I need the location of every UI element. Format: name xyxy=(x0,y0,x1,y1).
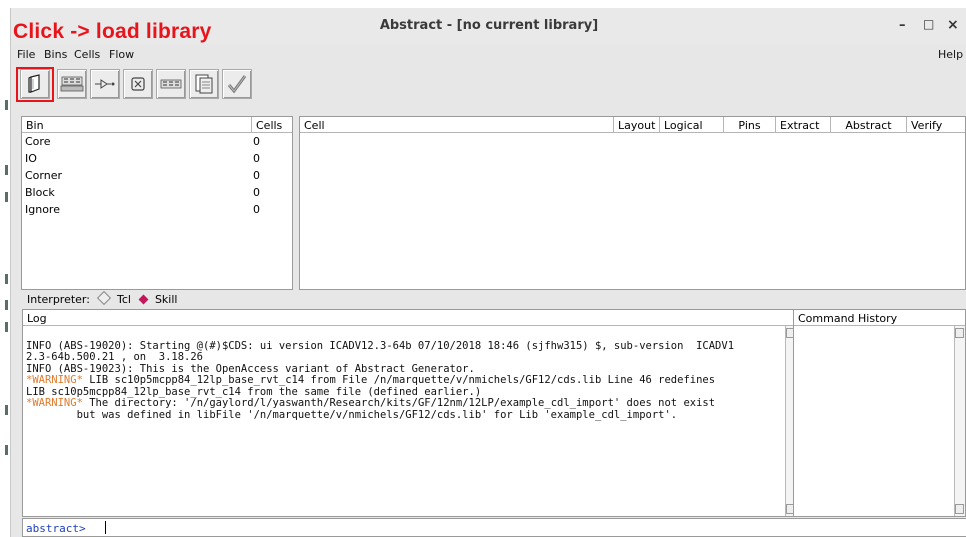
annotation-label: Click -> load library xyxy=(13,20,212,43)
pin-icon xyxy=(95,79,115,89)
interpreter-label: Interpreter: xyxy=(27,293,90,306)
bin-name: Core xyxy=(25,135,51,148)
bin-name: Ignore xyxy=(25,203,60,216)
bin-row[interactable]: Core 0 xyxy=(22,133,292,150)
menu-bins[interactable]: Bins xyxy=(44,48,67,61)
background-edge xyxy=(0,0,10,537)
skill-radio-icon[interactable] xyxy=(138,294,149,305)
menu-file[interactable]: File xyxy=(17,48,35,61)
close-button[interactable]: × xyxy=(947,17,959,33)
open-library-icon xyxy=(28,74,40,93)
bin-count: 0 xyxy=(253,186,260,199)
minimize-button[interactable]: – xyxy=(899,18,906,33)
bin-name: IO xyxy=(25,152,37,165)
bin-count: 0 xyxy=(253,152,260,165)
text-cursor xyxy=(105,521,106,534)
bin-count: 0 xyxy=(253,135,260,148)
bin-name: Block xyxy=(25,186,55,199)
verify-column-header[interactable]: Verify xyxy=(907,117,965,133)
command-line[interactable]: abstract> xyxy=(22,518,966,537)
edge-mark xyxy=(5,192,8,202)
bin-row[interactable]: Block 0 xyxy=(22,184,292,201)
edge-mark xyxy=(5,445,8,455)
bin-count: 0 xyxy=(253,169,260,182)
toolbar xyxy=(11,63,966,109)
bin-button[interactable] xyxy=(57,69,87,99)
command-history-panel: Command History xyxy=(793,309,966,517)
bin-grid-icon xyxy=(60,76,84,92)
abstract-view-icon xyxy=(195,74,213,94)
menu-flow[interactable]: Flow xyxy=(109,48,134,61)
pins-column-header[interactable]: Pins xyxy=(724,117,776,133)
tcl-option-label[interactable]: Tcl xyxy=(117,293,131,306)
logical-column-header[interactable]: Logical xyxy=(660,117,724,133)
edge-mark xyxy=(5,300,8,310)
command-prompt: abstract> xyxy=(26,522,86,535)
maximize-button[interactable]: □ xyxy=(923,17,934,31)
cell-column-header[interactable]: Cell xyxy=(300,117,614,133)
tcl-radio-icon[interactable] xyxy=(97,290,112,306)
log-header: Log xyxy=(23,310,796,326)
abstract-window: Abstract - [no current library] – □ × Cl… xyxy=(10,8,966,537)
layout-cells-icon xyxy=(160,79,182,89)
history-scrollbar[interactable] xyxy=(954,326,965,516)
menu-cells[interactable]: Cells xyxy=(74,48,100,61)
open-library-button[interactable] xyxy=(20,69,50,99)
interpreter-selector: Interpreter: Tcl Skill xyxy=(27,290,178,306)
edge-mark xyxy=(5,322,8,332)
edge-mark xyxy=(5,100,8,110)
skill-option-label[interactable]: Skill xyxy=(155,293,178,306)
log-line: but was defined in libFile '/n/marquette… xyxy=(26,408,678,421)
bin-row[interactable]: IO 0 xyxy=(22,150,292,167)
edge-mark xyxy=(5,405,8,415)
bin-name: Corner xyxy=(25,169,63,182)
verify-button[interactable] xyxy=(222,69,252,99)
menu-help[interactable]: Help xyxy=(938,48,963,61)
log-panel: Log INFO (ABS-19020): Starting @(#)$CDS:… xyxy=(22,309,797,517)
cells-table: Cell Layout Logical Pins Extract Abstrac… xyxy=(299,116,966,290)
edge-mark xyxy=(5,274,8,284)
bin-count: 0 xyxy=(253,203,260,216)
pin-button[interactable] xyxy=(90,69,120,99)
abstract-column-header[interactable]: Abstract xyxy=(831,117,907,133)
edge-mark xyxy=(5,165,8,175)
bins-table: Bin Cells Core 0 IO 0 Corner 0 Block 0 I… xyxy=(21,116,293,290)
verify-check-icon xyxy=(227,75,247,94)
menu-bar: File Bins Cells Flow Help xyxy=(11,45,966,63)
scroll-down-arrow[interactable] xyxy=(955,504,964,514)
layout-cells-button[interactable] xyxy=(156,69,186,99)
bin-column-header[interactable]: Bin xyxy=(22,117,252,133)
log-content: INFO (ABS-19020): Starting @(#)$CDS: ui … xyxy=(26,329,786,444)
cancel-button[interactable] xyxy=(123,69,153,99)
scroll-up-arrow[interactable] xyxy=(955,328,964,338)
cells-column-header[interactable]: Cells xyxy=(252,117,292,133)
layout-column-header[interactable]: Layout xyxy=(614,117,660,133)
bin-row[interactable]: Ignore 0 xyxy=(22,201,292,218)
cancel-icon xyxy=(131,77,145,91)
abstract-view-button[interactable] xyxy=(189,69,219,99)
extract-column-header[interactable]: Extract xyxy=(776,117,831,133)
command-history-header: Command History xyxy=(794,310,965,326)
bin-row[interactable]: Corner 0 xyxy=(22,167,292,184)
